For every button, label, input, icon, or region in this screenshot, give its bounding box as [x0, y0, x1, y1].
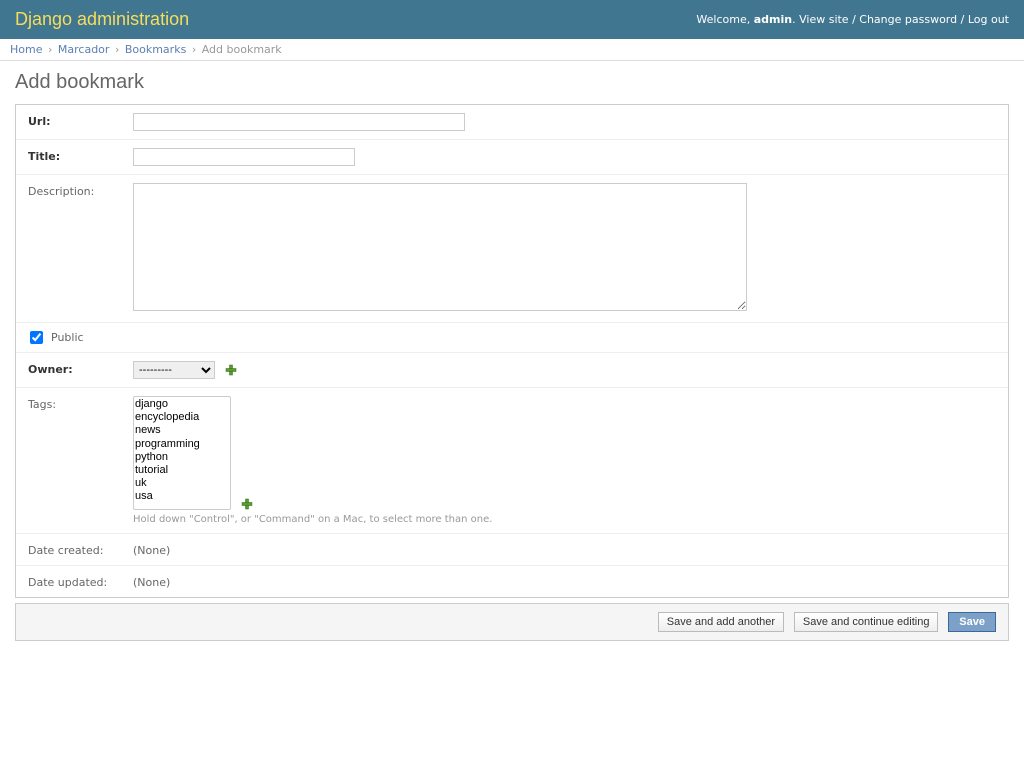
welcome-text: Welcome, — [696, 13, 750, 26]
plus-icon — [241, 498, 253, 510]
tags-help: Hold down "Control", or "Command" on a M… — [133, 514, 996, 525]
tag-option[interactable]: django — [135, 398, 229, 411]
public-label: Public — [51, 331, 84, 344]
form-module: Url: Title: Description: Public Owner: — [15, 104, 1009, 598]
content: Add bookmark Url: Title: Description: Pu… — [0, 61, 1024, 651]
tag-option[interactable]: tutorial — [135, 464, 229, 477]
plus-icon — [225, 364, 237, 376]
breadcrumbs: Home › Marcador › Bookmarks › Add bookma… — [0, 39, 1024, 61]
change-password-link[interactable]: Change password — [859, 13, 957, 26]
owner-label: Owner: — [28, 361, 133, 376]
add-owner-button[interactable] — [225, 364, 237, 376]
page-title: Add bookmark — [15, 71, 1009, 94]
tag-option[interactable]: uk — [135, 477, 229, 490]
date-created-value: (None) — [133, 542, 170, 557]
date-updated-value: (None) — [133, 574, 170, 589]
breadcrumb-app[interactable]: Marcador — [58, 43, 110, 56]
username: admin — [754, 13, 792, 26]
form-row-description: Description: — [16, 175, 1008, 323]
form-row-tags: Tags: django encyclopedia news programmi… — [16, 388, 1008, 534]
breadcrumb-model[interactable]: Bookmarks — [125, 43, 186, 56]
save-add-another-button[interactable] — [658, 612, 784, 632]
date-created-label: Date created: — [28, 542, 133, 557]
header: Django administration Welcome, admin. Vi… — [0, 0, 1024, 39]
public-checkbox[interactable] — [30, 331, 43, 344]
tags-label: Tags: — [28, 396, 133, 411]
save-button[interactable] — [948, 612, 996, 632]
description-label: Description: — [28, 183, 133, 198]
tag-option[interactable]: news — [135, 424, 229, 437]
form-row-owner: Owner: --------- — [16, 353, 1008, 388]
owner-select[interactable]: --------- — [133, 361, 215, 379]
form-row-public: Public — [16, 323, 1008, 353]
user-tools: Welcome, admin. View site / Change passw… — [696, 13, 1009, 26]
description-textarea[interactable] — [133, 183, 747, 311]
title-input[interactable] — [133, 148, 355, 166]
form-row-url: Url: — [16, 105, 1008, 140]
add-tag-button[interactable] — [241, 498, 253, 510]
tag-option[interactable]: encyclopedia — [135, 411, 229, 424]
url-input[interactable] — [133, 113, 465, 131]
form-row-title: Title: — [16, 140, 1008, 175]
form-row-date-created: Date created: (None) — [16, 534, 1008, 566]
date-updated-label: Date updated: — [28, 574, 133, 589]
tag-option[interactable]: usa — [135, 490, 229, 503]
view-site-link[interactable]: View site — [799, 13, 848, 26]
tag-option[interactable]: python — [135, 451, 229, 464]
title-label: Title: — [28, 148, 133, 163]
tag-option[interactable]: programming — [135, 438, 229, 451]
branding: Django administration — [15, 9, 189, 30]
save-continue-button[interactable] — [794, 612, 939, 632]
breadcrumb-home[interactable]: Home — [10, 43, 42, 56]
url-label: Url: — [28, 113, 133, 128]
submit-row — [15, 603, 1009, 641]
breadcrumb-current: Add bookmark — [202, 43, 282, 56]
logout-link[interactable]: Log out — [968, 13, 1009, 26]
tags-select[interactable]: django encyclopedia news programming pyt… — [133, 396, 231, 510]
form-row-date-updated: Date updated: (None) — [16, 566, 1008, 597]
